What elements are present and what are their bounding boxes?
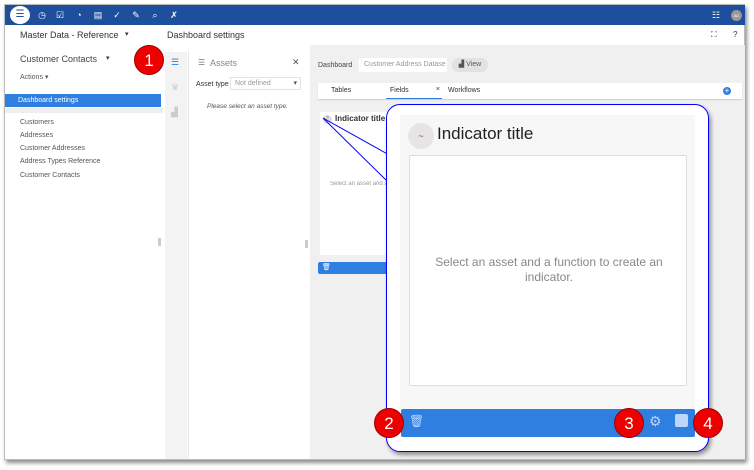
gear-icon[interactable]: ⚙ bbox=[649, 413, 662, 430]
trash-icon[interactable]: 🗑 bbox=[409, 414, 424, 428]
indicator-empty-message: Select an asset and a function to create… bbox=[435, 255, 663, 284]
callout-badge-4: 4 bbox=[693, 408, 723, 438]
callout-badge-2: 2 bbox=[374, 408, 404, 438]
indicator-toolbar: 🗑 ⚙ bbox=[401, 409, 695, 437]
callout-badge-1: 1 bbox=[134, 45, 164, 75]
indicator-title[interactable]: Indicator title bbox=[437, 124, 533, 144]
indicator-card: ~ Indicator title Select an asset and a … bbox=[400, 115, 695, 437]
connector-line bbox=[322, 117, 387, 181]
indicator-body: Select an asset and a function to create… bbox=[409, 155, 687, 386]
callout-badge-3: 3 bbox=[614, 408, 644, 438]
indicator-icon: ~ bbox=[408, 123, 434, 149]
save-icon[interactable] bbox=[675, 414, 688, 427]
